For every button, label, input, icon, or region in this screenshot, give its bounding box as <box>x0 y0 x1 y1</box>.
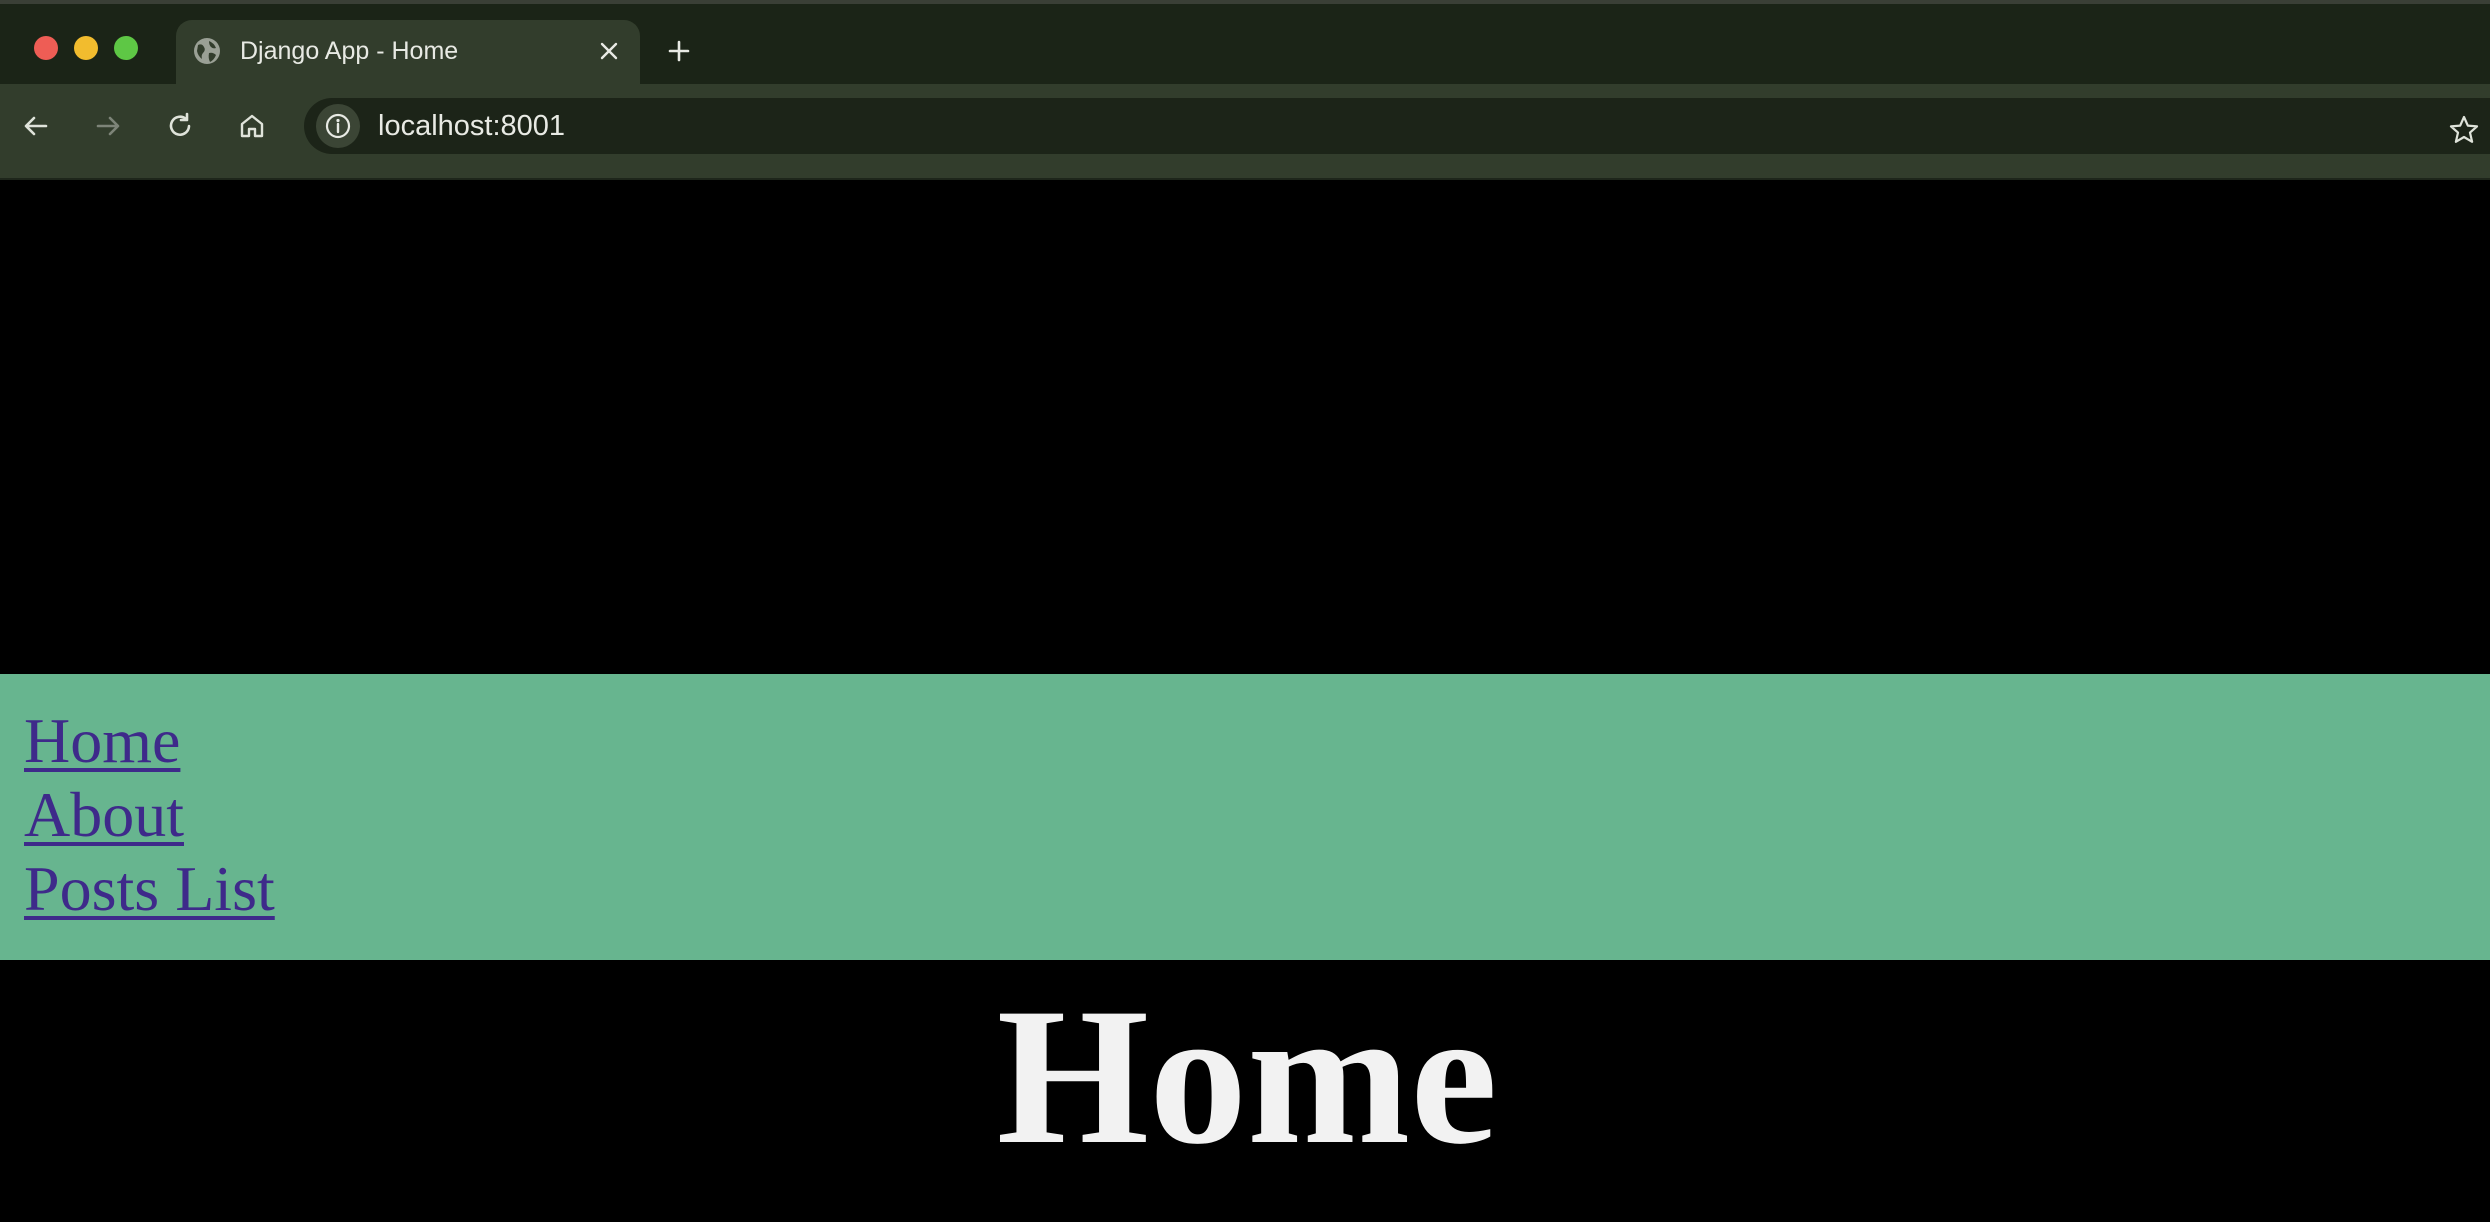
tab-active[interactable]: Django App - Home <box>176 20 640 88</box>
browser-window: Django App - Home localhost:8001 Home Ab… <box>0 0 2490 1222</box>
nav-links: Home About Posts List <box>24 704 275 926</box>
close-window-button[interactable] <box>34 36 58 60</box>
globe-icon <box>192 36 222 66</box>
nav-link-about[interactable]: About <box>24 778 275 852</box>
nav-link-posts-list[interactable]: Posts List <box>24 852 275 926</box>
nav-link-home[interactable]: Home <box>24 704 275 778</box>
page-heading-text: Home <box>996 968 1498 1185</box>
tab-title: Django App - Home <box>240 37 459 65</box>
page-heading: Home <box>0 962 2490 1192</box>
new-tab-icon[interactable] <box>664 36 694 66</box>
nav-item-about: About <box>24 778 275 852</box>
browser-toolbar: localhost:8001 <box>0 84 2490 180</box>
site-navbar: Home About Posts List <box>0 674 2490 960</box>
site-info-icon[interactable] <box>316 104 360 148</box>
close-tab-icon[interactable] <box>594 36 624 66</box>
nav-item-home: Home <box>24 704 275 778</box>
nav-item-posts-list: Posts List <box>24 852 275 926</box>
url-text: localhost:8001 <box>378 110 566 142</box>
bookmark-star-icon[interactable] <box>2444 110 2484 150</box>
tab-strip: Django App - Home <box>0 0 2490 88</box>
zoom-window-button[interactable] <box>114 36 138 60</box>
page-viewport: Home About Posts List Home <box>0 180 2490 1222</box>
back-arrow-icon[interactable] <box>16 106 56 146</box>
forward-arrow-icon[interactable] <box>88 106 128 146</box>
minimize-window-button[interactable] <box>74 36 98 60</box>
home-icon[interactable] <box>232 106 272 146</box>
reload-icon[interactable] <box>160 106 200 146</box>
address-bar[interactable]: localhost:8001 <box>304 98 2490 154</box>
